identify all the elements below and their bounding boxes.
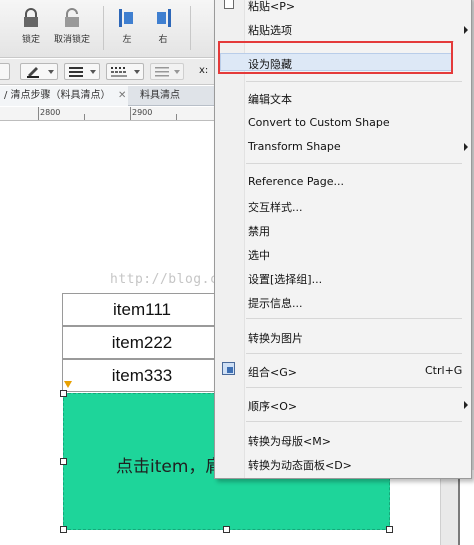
ruler-tick [130, 107, 131, 120]
menu-separator [246, 387, 462, 388]
row-text: item222 [111, 333, 173, 352]
list-dropdown[interactable] [150, 63, 184, 80]
menu-item-set-selection-group[interactable]: 设置[选择组]... [248, 271, 322, 287]
submenu-arrow-icon [464, 26, 468, 34]
menu-separator [246, 81, 462, 82]
lock-label: 锁定 [21, 35, 40, 45]
menu-item-reference-page[interactable]: Reference Page... [248, 175, 344, 188]
right-scroll-area [458, 470, 474, 545]
x-position-label: x: [199, 65, 209, 76]
menu-item-paste-options[interactable]: 粘贴选项 [248, 22, 292, 38]
menu-item-transform-shape[interactable]: Transform Shape [248, 140, 341, 153]
menu-separator [246, 353, 462, 354]
table-row[interactable]: item333 [62, 359, 222, 392]
chevron-down-icon [174, 70, 180, 74]
lock-icon [24, 8, 38, 27]
menu-item-edit-text[interactable]: 编辑文本 [248, 91, 292, 107]
resize-handle[interactable] [386, 526, 393, 533]
unlock-button[interactable]: 取消锁定 [52, 8, 92, 45]
align-left-icon [119, 9, 133, 27]
line-color-dropdown[interactable] [20, 63, 58, 80]
menu-item-disable[interactable]: 禁用 [248, 223, 270, 239]
lock-button[interactable]: 锁定 [18, 8, 44, 45]
chevron-down-icon [90, 70, 96, 74]
submenu-arrow-icon [464, 143, 468, 151]
paste-icon [224, 0, 234, 9]
unlock-label: 取消锁定 [53, 35, 90, 45]
menu-separator [246, 163, 462, 164]
menu-item-group[interactable]: 组合<G> [248, 364, 297, 380]
line-weight-icon [69, 67, 83, 77]
chevron-down-icon [48, 70, 54, 74]
menu-item-paste[interactable]: 粘贴<P> [248, 0, 295, 14]
pen-icon [27, 67, 39, 78]
list-icon [155, 67, 169, 77]
unlock-icon [65, 8, 79, 27]
tab-label: / 清点步骤（料具清点） [4, 90, 111, 101]
menu-item-tooltip[interactable]: 提示信息... [248, 295, 303, 311]
submenu-arrow-icon [464, 401, 468, 409]
menu-item-select[interactable]: 选中 [248, 247, 270, 263]
menu-item-convert-image[interactable]: 转换为图片 [248, 330, 303, 346]
ruler-mark: 2900 [132, 108, 153, 117]
green-panel-text: 点击item，肩 [116, 457, 223, 477]
menu-item-convert-custom-shape[interactable]: Convert to Custom Shape [248, 116, 390, 129]
tab-inventory-steps[interactable]: / 清点步骤（料具清点） [0, 86, 128, 106]
font-size-dropdown[interactable] [0, 63, 10, 80]
menu-item-group-shortcut: Ctrl+G [425, 364, 463, 377]
chevron-down-icon [134, 70, 140, 74]
menu-separator [246, 318, 462, 319]
menu-item-convert-master[interactable]: 转换为母版<M> [248, 433, 331, 449]
row-text: item333 [111, 366, 173, 385]
anchor-marker-icon [64, 381, 72, 388]
toolbar-divider [103, 6, 104, 50]
toolbar-divider [190, 6, 191, 50]
horizontal-ruler: 2800 2900 [0, 107, 215, 121]
ruler-mark: 2800 [40, 108, 61, 117]
tab-inventory[interactable]: 料具清点 [134, 86, 214, 106]
line-style-icon [111, 67, 127, 77]
group-icon [222, 362, 235, 375]
menu-separator [246, 421, 462, 422]
close-icon[interactable]: ✕ [118, 86, 126, 106]
ruler-tick [38, 107, 39, 120]
menu-item-order[interactable]: 顺序<O> [248, 398, 297, 414]
table-row[interactable]: item222 [62, 326, 222, 359]
resize-handle[interactable] [223, 526, 230, 533]
line-weight-dropdown[interactable] [64, 63, 100, 80]
align-right-icon [157, 9, 171, 27]
menu-item-convert-dynamic-panel[interactable]: 转换为动态面板<D> [248, 457, 352, 473]
ruler-tick [176, 114, 177, 120]
page-tabs: / 清点步骤（料具清点） ✕ 料具清点 [0, 86, 215, 106]
table-row[interactable]: item111 [62, 293, 222, 326]
align-right-label: 右 [158, 35, 168, 45]
resize-handle[interactable] [60, 526, 67, 533]
align-left-label: 左 [122, 35, 132, 45]
resize-handle[interactable] [60, 390, 67, 397]
menu-item-interaction-style[interactable]: 交互样式... [248, 199, 303, 215]
align-left-button[interactable]: 左 [116, 8, 138, 45]
row-text: item111 [113, 300, 171, 319]
align-right-button[interactable]: 右 [152, 8, 174, 45]
ruler-tick [84, 114, 85, 120]
tab-label: 料具清点 [140, 90, 180, 101]
resize-handle[interactable] [60, 458, 67, 465]
annotation-highlight-box [218, 41, 453, 74]
line-style-dropdown[interactable] [106, 63, 144, 80]
